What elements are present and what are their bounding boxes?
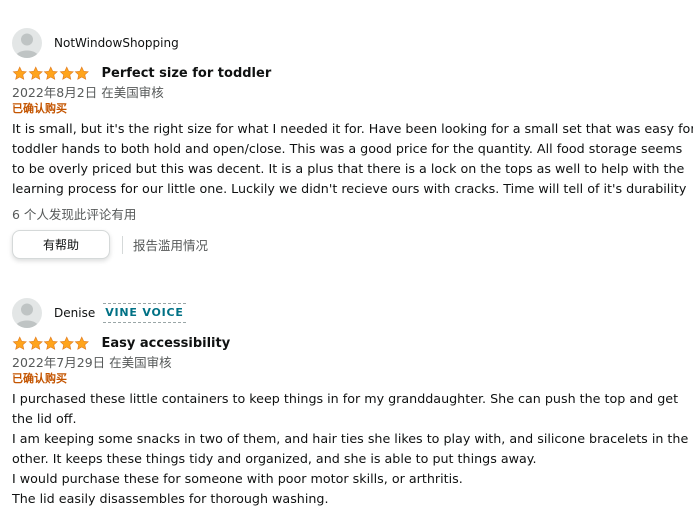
review-card: NotWindowShopping Perfect size for toddl… — [12, 28, 693, 259]
review-body: It is small, but it's the right size for… — [12, 119, 693, 199]
review-body-line: to be overly priced but this was decent.… — [12, 161, 685, 176]
user-silhouette-icon — [15, 33, 39, 58]
review-body-line: the lid off. — [12, 411, 77, 426]
avatar[interactable] — [12, 298, 42, 328]
star-icon — [74, 65, 89, 80]
review-date: 2022年7月29日 在美国审核 — [12, 355, 172, 370]
reviewer-name[interactable]: NotWindowShopping — [54, 36, 179, 50]
report-abuse-link[interactable]: 报告滥用情况 — [133, 235, 208, 254]
review-title[interactable]: Perfect size for toddler — [102, 66, 272, 81]
star-icon — [59, 65, 74, 80]
reviewer-profile[interactable]: NotWindowShopping — [12, 28, 693, 58]
review-title[interactable]: Easy accessibility — [102, 336, 231, 351]
vine-voice-badge[interactable]: VINE VOICE — [103, 303, 186, 323]
helpful-button[interactable]: 有帮助 — [12, 230, 110, 259]
review-body-line: other. It keeps these things tidy and or… — [12, 451, 537, 466]
reviewer-profile[interactable]: Denise VINE VOICE — [12, 298, 693, 328]
avatar[interactable] — [12, 28, 42, 58]
review-date: 2022年8月2日 在美国审核 — [12, 85, 164, 100]
helpful-count: 6 个人发现此评论有用 — [12, 207, 137, 222]
review-body-line: The lid easily disassembles for thorough… — [12, 491, 329, 506]
review-body-line: It is small, but it's the right size for… — [12, 121, 693, 136]
star-icon — [43, 335, 58, 350]
star-icon — [28, 65, 43, 80]
review-body-line: learning process for our little one. Luc… — [12, 181, 687, 196]
verified-purchase-badge[interactable]: 已确认购买 — [12, 371, 693, 387]
star-rating[interactable] — [12, 65, 90, 81]
star-icon — [28, 335, 43, 350]
star-icon — [12, 65, 27, 80]
review-body-line: toddler hands to both hold and open/clos… — [12, 141, 683, 156]
reviewer-name[interactable]: Denise — [54, 306, 95, 320]
review-card: Denise VINE VOICE Easy accessibility 202… — [12, 298, 693, 509]
review-body-line: I am keeping some snacks in two of them,… — [12, 431, 689, 446]
star-rating[interactable] — [12, 335, 90, 351]
review-body: I purchased these little containers to k… — [12, 389, 693, 509]
verified-purchase-badge[interactable]: 已确认购买 — [12, 101, 693, 117]
user-silhouette-icon — [15, 303, 39, 328]
star-icon — [12, 335, 27, 350]
divider — [122, 235, 123, 254]
review-body-line: I would purchase these for someone with … — [12, 471, 463, 486]
star-icon — [43, 65, 58, 80]
star-icon — [74, 335, 89, 350]
review-body-line: I purchased these little containers to k… — [12, 391, 679, 406]
star-icon — [59, 335, 74, 350]
